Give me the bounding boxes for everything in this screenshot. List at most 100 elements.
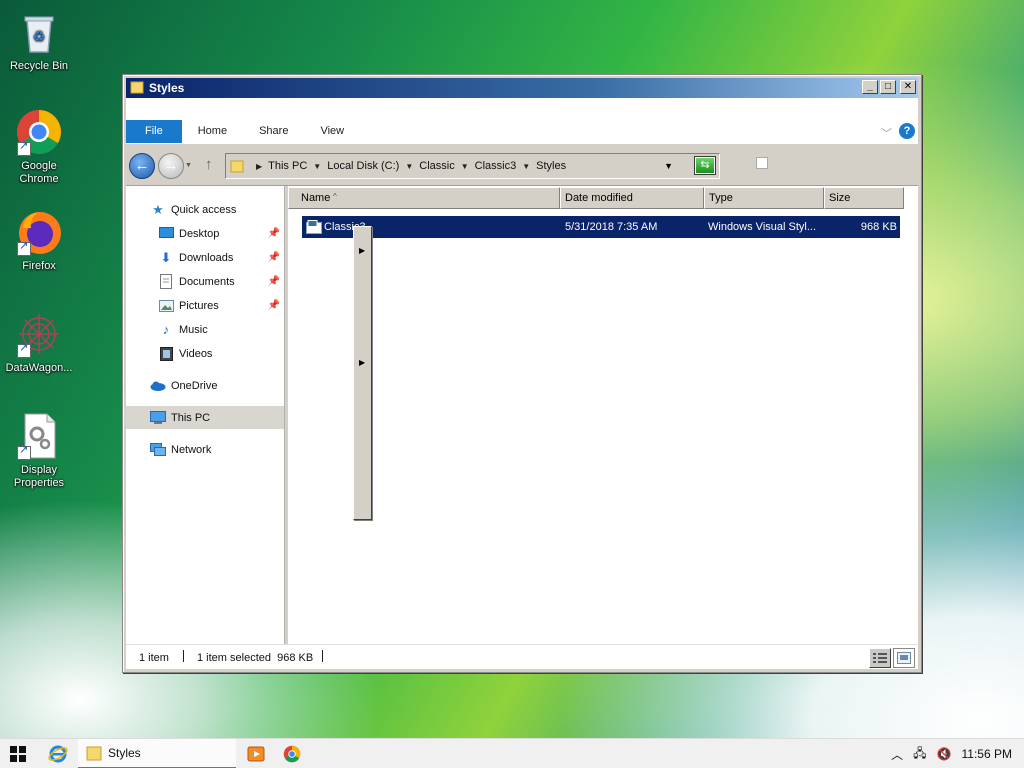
star-icon: ★ [152, 201, 164, 217]
desktop-icon-label: Display Properties [13, 464, 65, 489]
selection-info: 1 item selected 968 KB [197, 652, 314, 664]
chrome-taskbar-button[interactable] [276, 739, 308, 768]
column-headers: Name ^ Date modified Type Size [288, 187, 904, 209]
tab-share[interactable]: Share [243, 120, 304, 143]
chrome-icon [283, 745, 301, 763]
visual-style-file-icon [306, 220, 322, 234]
explorer-window: Styles _ □ ✕ File Home Share View ﹀ ? ← … [122, 74, 922, 673]
desktop-icon-label: Google Chrome [19, 160, 59, 185]
address-dropdown-icon[interactable]: ▼ [664, 161, 673, 171]
column-header-name[interactable]: Name ^ [288, 187, 560, 209]
column-header-date-modified[interactable]: Date modified [560, 187, 704, 209]
taskbar: Styles ︿ 🖧 🔇 11:56 PM [0, 738, 1024, 768]
start-button[interactable] [0, 739, 36, 768]
title-bar[interactable]: Styles _ □ ✕ [126, 78, 918, 98]
help-button[interactable]: ? [899, 123, 915, 139]
column-header-type[interactable]: Type [704, 187, 824, 209]
desktop-icon [158, 226, 174, 242]
cloud-icon [150, 378, 166, 394]
nav-item-videos[interactable]: Videos [126, 342, 284, 365]
close-button[interactable]: ✕ [900, 80, 916, 94]
pin-icon[interactable]: 📌 [268, 228, 280, 239]
window-title: Styles [149, 81, 185, 95]
nav-item-downloads[interactable]: ⬇ Downloads 📌 [126, 246, 284, 269]
tab-home[interactable]: Home [182, 120, 243, 143]
folder-icon [130, 80, 144, 97]
desktop-icon-firefox[interactable]: Firefox [2, 208, 76, 273]
computer-icon [150, 410, 166, 426]
desktop-icon-recycle-bin[interactable]: ♻ Recycle Bin [2, 8, 76, 73]
recent-locations-dropdown-icon[interactable]: ▼ [185, 162, 192, 169]
pin-icon[interactable]: 📌 [268, 276, 280, 287]
nav-item-onedrive[interactable]: OneDrive [126, 374, 284, 397]
shortcut-arrow-icon [17, 140, 31, 156]
network-status-icon[interactable]: 🖧 [913, 744, 926, 765]
back-button[interactable]: ← [129, 153, 155, 179]
navigation-pane: ★ Quick access Desktop 📌 ⬇ Downloads 📌 D… [126, 186, 284, 644]
file-date-modified: 5/31/2018 7:35 AM [565, 221, 658, 233]
crumb-local-disk[interactable]: Local Disk (C:) ▼ [327, 160, 419, 172]
nav-item-desktop[interactable]: Desktop 📌 [126, 222, 284, 245]
download-icon: ⬇ [160, 249, 172, 265]
clock[interactable]: 11:56 PM [962, 747, 1012, 761]
windows-logo-icon [10, 746, 26, 762]
desktop-icon-chrome[interactable]: Google Chrome [2, 108, 76, 186]
search-input[interactable] [756, 157, 768, 169]
pin-icon[interactable]: 📌 [268, 300, 280, 311]
maximize-button[interactable]: □ [880, 80, 896, 94]
nav-item-music[interactable]: ♪ Music [126, 318, 284, 341]
nav-item-documents[interactable]: Documents 📌 [126, 270, 284, 293]
internet-explorer-taskbar-button[interactable] [42, 739, 74, 768]
tab-file[interactable]: File [126, 120, 182, 143]
nav-item-pictures[interactable]: Pictures 📌 [126, 294, 284, 317]
desktop-icon-datawagon[interactable]: DataWagon... [2, 310, 76, 375]
taskbar-window-styles[interactable]: Styles [78, 739, 236, 768]
up-button[interactable]: ↑ [205, 156, 213, 173]
desktop-icon-display-properties[interactable]: Display Properties [2, 412, 76, 490]
file-row[interactable]: Classic3 5/31/2018 7:35 AM Windows Visua… [302, 216, 900, 238]
videos-icon [158, 346, 174, 362]
nav-item-this-pc[interactable]: This PC [126, 406, 284, 429]
large-icons-view-button[interactable] [893, 648, 915, 668]
shortcut-arrow-icon [17, 240, 31, 256]
crumb-separator[interactable]: ▶ [250, 162, 268, 171]
expand-ribbon-chevron-icon[interactable]: ﹀ [881, 125, 892, 141]
datawagon-icon [15, 310, 63, 358]
navigation-bar: ← → ▼ ↑ ▶ This PC ▼ Local Disk (C:) ▼ Clas… [126, 144, 918, 186]
column-header-size[interactable]: Size [824, 187, 904, 209]
media-player-icon [247, 746, 265, 762]
desktop-icon-label: DataWagon... [5, 362, 73, 374]
submenu-arrow-icon[interactable]: ▶ [359, 358, 365, 367]
folder-icon [86, 746, 102, 761]
status-separator [322, 650, 323, 662]
status-bar: 1 item 1 item selected 968 KB [126, 644, 918, 669]
crumb-classic[interactable]: Classic ▼ [419, 160, 474, 172]
file-list-pane: Name ^ Date modified Type Size Classic3 … [288, 186, 918, 644]
crumb-classic3[interactable]: Classic3 ▼ [475, 160, 537, 172]
file-type: Windows Visual Styl... [708, 221, 817, 233]
nav-item-network[interactable]: Network [126, 438, 284, 461]
refresh-button[interactable]: ⇆ [694, 156, 716, 175]
context-menu[interactable]: ▶ ▶ [353, 226, 372, 520]
pictures-icon [158, 298, 174, 314]
recycle-bin-icon: ♻ [15, 8, 63, 56]
forward-button[interactable]: → [158, 153, 184, 179]
system-tray: ︿ 🖧 🔇 11:56 PM [891, 739, 1024, 768]
address-folder-icon [230, 159, 244, 173]
tab-view[interactable]: View [304, 120, 360, 143]
show-hidden-icons-chevron-icon[interactable]: ︿ [891, 746, 903, 763]
volume-muted-icon[interactable]: 🔇 [937, 747, 952, 761]
file-size: 968 KB [860, 221, 897, 233]
ribbon: File Home Share View ﹀ ? [126, 98, 918, 144]
minimize-button[interactable]: _ [862, 80, 878, 94]
media-player-taskbar-button[interactable] [240, 739, 272, 768]
music-icon: ♪ [162, 322, 170, 337]
submenu-arrow-icon[interactable]: ▶ [359, 246, 365, 255]
pin-icon[interactable]: 📌 [268, 252, 280, 263]
crumb-this-pc[interactable]: This PC ▼ [268, 160, 327, 172]
details-view-button[interactable] [869, 648, 891, 668]
crumb-styles[interactable]: Styles [536, 160, 566, 172]
address-bar[interactable]: ▶ This PC ▼ Local Disk (C:) ▼ Classic ▼ Cla… [225, 153, 720, 179]
nav-item-quick-access[interactable]: ★ Quick access [126, 198, 284, 221]
desktop-icon-label: Firefox [22, 260, 56, 272]
